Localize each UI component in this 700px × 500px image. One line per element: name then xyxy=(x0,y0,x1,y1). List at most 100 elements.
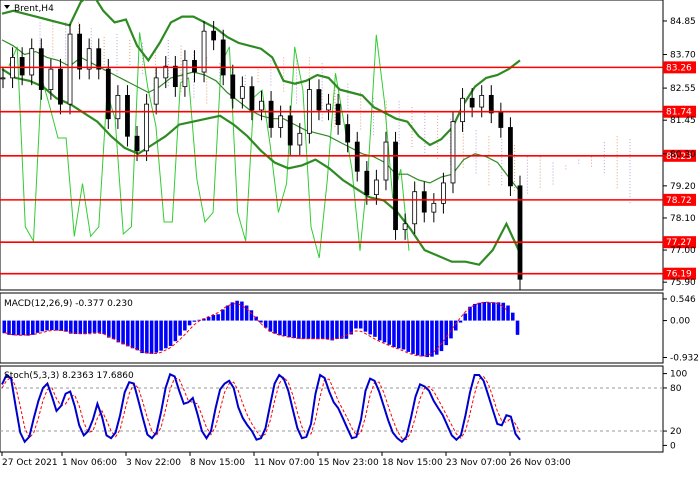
macd-bar xyxy=(506,305,510,321)
candle-body xyxy=(326,103,331,111)
candle-body xyxy=(364,170,370,196)
candle-body xyxy=(19,57,25,76)
macd-bar xyxy=(453,320,458,331)
macd-tick-label: 0.546 xyxy=(670,295,696,305)
macd-bar xyxy=(154,320,159,353)
stoch-title: Stoch(5,3,3) 8.2363 17.6860 xyxy=(4,371,134,381)
macd-bar xyxy=(387,320,391,345)
macd-bar xyxy=(458,320,463,323)
macd-bar xyxy=(491,302,496,321)
macd-bar xyxy=(12,320,16,336)
candle-body xyxy=(508,127,513,187)
macd-bar xyxy=(145,320,149,354)
macd-bar xyxy=(278,320,282,336)
macd-bar xyxy=(358,320,363,329)
price-tick-label: 80.30 xyxy=(670,150,696,160)
candle-body xyxy=(316,89,322,111)
stoch-scale: 100 80 20 0 xyxy=(663,370,687,451)
stoch-tick-label: 100 xyxy=(670,370,687,380)
macd-bar xyxy=(392,320,396,348)
macd-bar xyxy=(363,320,368,332)
macd-bar xyxy=(434,320,439,355)
macd-bar xyxy=(287,320,292,338)
candle-body xyxy=(259,100,264,111)
time-tick-label: 3 Nov 22:00 xyxy=(126,458,181,468)
macd-bar xyxy=(225,305,230,321)
macd-bar xyxy=(35,320,40,333)
macd-bar xyxy=(273,320,277,334)
candle-body xyxy=(96,48,102,70)
macd-bar xyxy=(406,320,410,352)
candle-body xyxy=(469,97,475,108)
macd-bar xyxy=(401,320,406,350)
macd-bar xyxy=(140,320,144,354)
candle-body xyxy=(58,68,63,105)
time-axis: 27 Oct 2021 1 Nov 06:00 3 Nov 22:00 8 Nov 1… xyxy=(1,452,571,468)
macd-bar xyxy=(92,320,97,333)
time-tick-label: 27 Oct 2021 xyxy=(2,458,58,468)
price-tick-label: 75.90 xyxy=(670,278,696,288)
macd-bar xyxy=(316,320,320,340)
macd-bar xyxy=(59,320,64,331)
macd-bar xyxy=(40,320,45,332)
candle-body xyxy=(373,179,379,196)
macd-bar xyxy=(16,320,21,336)
candle-body xyxy=(134,135,140,152)
price-tick-label: 78.10 xyxy=(670,214,696,224)
macd-bar xyxy=(472,303,477,321)
macd-bar xyxy=(268,320,273,332)
macd-bar xyxy=(64,320,68,332)
candle-body xyxy=(460,97,465,123)
macd-bar xyxy=(344,320,349,339)
macd-bar xyxy=(463,313,468,321)
stoch-tick-label: 0 xyxy=(670,441,676,451)
macd-bar xyxy=(249,310,254,321)
macd-bar xyxy=(45,320,49,331)
macd-bar xyxy=(311,320,315,339)
macd-bar xyxy=(244,305,249,321)
macd-bar xyxy=(335,320,339,339)
time-tick-label: 26 Nov 03:00 xyxy=(510,458,571,468)
candle-body xyxy=(412,191,418,225)
macd-bar xyxy=(88,320,92,334)
candle-body xyxy=(125,94,130,137)
candle-body xyxy=(335,103,341,125)
macd-bar xyxy=(135,320,140,351)
candle-body xyxy=(297,132,303,146)
macd-bar xyxy=(444,320,449,346)
price-tick-label: 79.20 xyxy=(670,182,696,192)
macd-bar xyxy=(282,320,287,337)
macd-bar xyxy=(159,320,163,351)
candle-body xyxy=(488,94,494,114)
macd-bar xyxy=(211,315,216,321)
macd-bar xyxy=(221,309,225,321)
candle-body xyxy=(278,115,284,128)
macd-bar xyxy=(187,320,192,326)
macd-scale: 0.546 0.00 -0.932 xyxy=(663,295,699,364)
price-tick-label: 84.85 xyxy=(670,17,696,27)
macd-bar xyxy=(411,320,415,354)
candle-body xyxy=(345,124,351,143)
macd-bar xyxy=(54,320,59,331)
candle-body xyxy=(230,74,236,99)
macd-bar xyxy=(439,320,444,352)
candle-body xyxy=(479,94,485,108)
macd-bar xyxy=(297,320,301,339)
candle-body xyxy=(402,223,408,231)
macd-bar xyxy=(31,320,35,335)
candle-body xyxy=(450,121,456,184)
candle-body xyxy=(431,202,437,213)
macd-bar xyxy=(149,320,154,354)
level-label: 78.72 xyxy=(666,196,692,206)
candle-body xyxy=(172,65,178,88)
macd-bar xyxy=(21,320,26,336)
macd-bar xyxy=(396,320,401,349)
symbol-label: Brent,H4 xyxy=(14,4,54,14)
candle-body xyxy=(67,33,73,105)
time-tick-label: 1 Nov 06:00 xyxy=(62,458,117,468)
time-tick-label: 18 Nov 15:00 xyxy=(382,458,443,468)
price-panel xyxy=(0,0,664,291)
macd-bar xyxy=(320,320,325,339)
macd-bar xyxy=(121,320,125,345)
price-tick-label: 81.45 xyxy=(670,116,696,126)
